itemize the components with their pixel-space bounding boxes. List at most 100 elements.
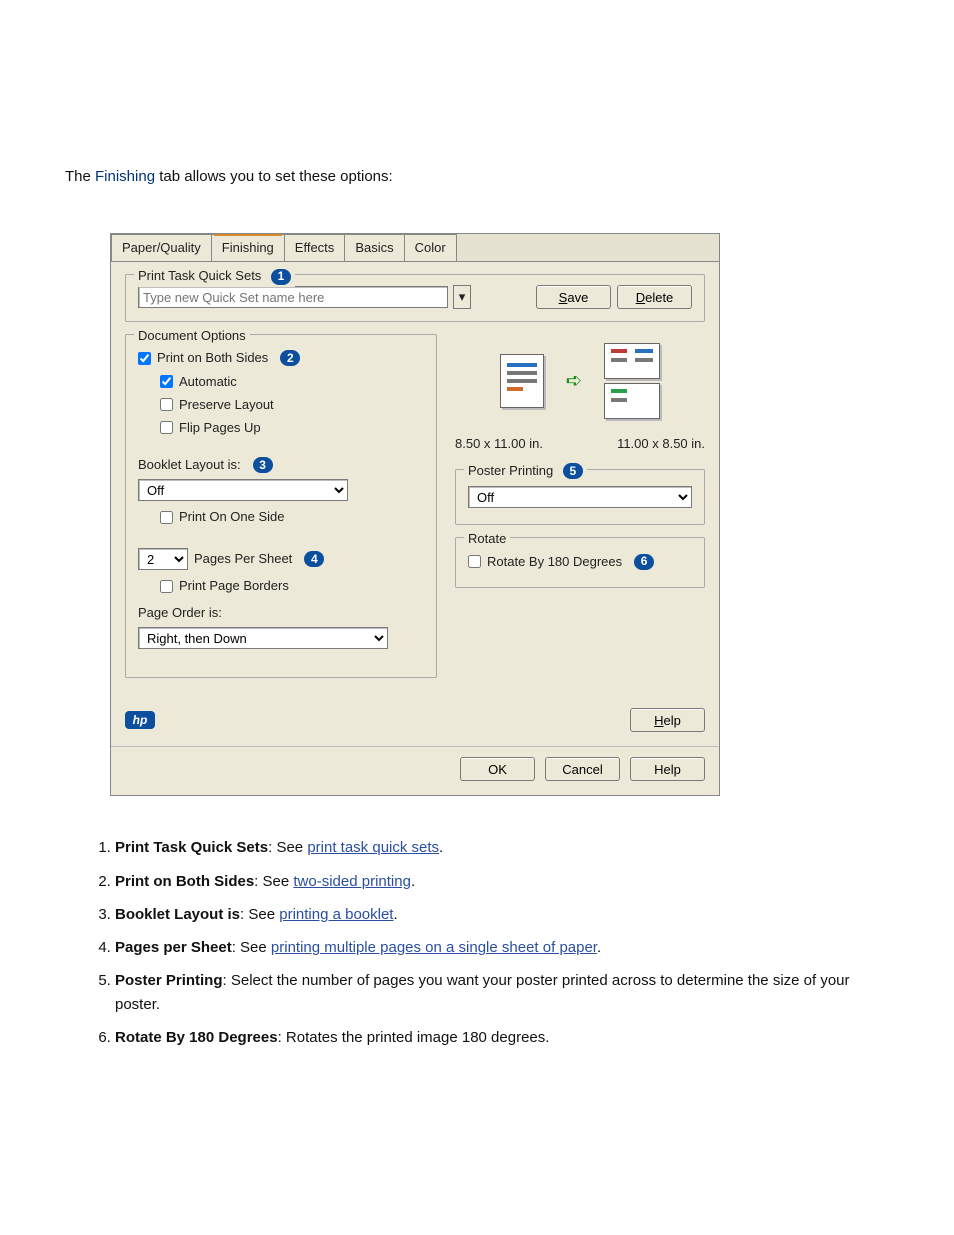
checkbox-print-one-side[interactable]	[160, 511, 173, 524]
callout-badge-4: 4	[304, 551, 324, 567]
legend-tail-3: .	[393, 906, 397, 923]
row-pages-per-sheet: 2 Pages Per Sheet 4	[138, 548, 424, 570]
legend-sep-3: : See	[240, 906, 279, 923]
hp-logo-icon: hp	[125, 711, 155, 729]
print-properties-dialog: Paper/Quality Finishing Effects Basics C…	[110, 233, 720, 796]
legend-list: Print Task Quick Sets: See print task qu…	[85, 836, 889, 1049]
callout-badge-1: 1	[271, 269, 291, 285]
row-booklet-label: Booklet Layout is: 3	[138, 455, 424, 475]
intro-suffix: tab allows you to set these options:	[155, 168, 393, 185]
legend-title-2: Print on Both Sides	[115, 873, 254, 890]
arrow-icon: ➪	[566, 366, 583, 397]
check-print-one-side[interactable]: Print On One Side	[160, 507, 424, 527]
check-print-both-sides[interactable]: Print on Both Sides 2	[138, 348, 424, 368]
tab-strip: Paper/Quality Finishing Effects Basics C…	[111, 234, 719, 261]
preview-sheet-source	[500, 354, 544, 408]
label-preserve-layout: Preserve Layout	[179, 395, 274, 415]
group-quick-sets: Print Task Quick Sets 1 ▾ Save Delete	[125, 274, 705, 322]
select-poster-printing[interactable]: Off	[468, 486, 692, 508]
finishing-dialog-screenshot: Paper/Quality Finishing Effects Basics C…	[110, 233, 720, 796]
caption-right: 11.00 x 8.50 in.	[617, 434, 705, 454]
checkbox-print-borders[interactable]	[160, 580, 173, 593]
callout-badge-6: 6	[634, 554, 654, 570]
checkbox-preserve-layout[interactable]	[160, 398, 173, 411]
ok-button[interactable]: OK	[460, 757, 535, 781]
callout-badge-2: 2	[280, 350, 300, 366]
legend-title-4: Pages per Sheet	[115, 939, 232, 956]
label-rotate-180: Rotate By 180 Degrees	[487, 552, 622, 572]
legend-sep-6: : Rotates the printed image 180 degrees.	[278, 1029, 550, 1046]
group-docopts-legend: Document Options	[134, 326, 250, 346]
legend-sep-5: : Select the number of pages you want yo…	[115, 972, 850, 1012]
callout-badge-3: 3	[253, 457, 273, 473]
check-rotate-180[interactable]: Rotate By 180 Degrees 6	[468, 552, 692, 572]
tab-paper-quality[interactable]: Paper/Quality	[111, 234, 212, 261]
checkbox-flip-pages-up[interactable]	[160, 421, 173, 434]
label-booklet: Booklet Layout is:	[138, 455, 241, 475]
check-preserve-layout[interactable]: Preserve Layout	[160, 395, 424, 415]
legend-item-4: Pages per Sheet: See printing multiple p…	[115, 936, 889, 959]
document-page: The Finishing tab allows you to set thes…	[0, 0, 954, 1235]
two-column-area: Document Options Print on Both Sides 2 A…	[125, 334, 705, 690]
check-automatic[interactable]: Automatic	[160, 372, 424, 392]
dialog-footer-row: hp Help	[111, 700, 719, 746]
tab-basics[interactable]: Basics	[344, 234, 404, 261]
legend-item-1: Print Task Quick Sets: See print task qu…	[115, 836, 889, 859]
legend-link-3[interactable]: printing a booklet	[279, 906, 393, 923]
left-column: Document Options Print on Both Sides 2 A…	[125, 334, 437, 690]
legend-item-5: Poster Printing: Select the number of pa…	[115, 969, 889, 1016]
group-poster-printing: Poster Printing 5 Off	[455, 469, 705, 525]
legend-title-6: Rotate By 180 Degrees	[115, 1029, 278, 1046]
tab-finishing[interactable]: Finishing	[211, 234, 285, 261]
quick-set-name-input[interactable]	[138, 286, 448, 308]
callout-badge-5: 5	[563, 463, 583, 479]
legend-sep-1: : See	[268, 839, 307, 856]
layout-preview: ➪	[455, 336, 705, 426]
intro-paragraph: The Finishing tab allows you to set thes…	[65, 165, 889, 188]
help-button[interactable]: Help	[630, 757, 705, 781]
save-button[interactable]: Save	[536, 285, 611, 309]
legend-sep-2: : See	[254, 873, 293, 890]
intro-keyword: Finishing	[95, 168, 155, 185]
label-print-borders: Print Page Borders	[179, 576, 289, 596]
label-print-both-sides: Print on Both Sides	[157, 348, 268, 368]
group-quick-sets-legend: Print Task Quick Sets 1	[134, 266, 295, 286]
preview-sheet-target	[604, 343, 660, 419]
checkbox-rotate-180[interactable]	[468, 555, 481, 568]
label-poster-printing: Poster Printing	[468, 463, 553, 478]
legend-item-6: Rotate By 180 Degrees: Rotates the print…	[115, 1026, 889, 1049]
tab-effects[interactable]: Effects	[284, 234, 346, 261]
delete-button[interactable]: Delete	[617, 285, 692, 309]
legend-link-1[interactable]: print task quick sets	[307, 839, 439, 856]
label-flip-pages-up: Flip Pages Up	[179, 418, 261, 438]
group-rotate-legend: Rotate	[464, 529, 510, 549]
cancel-button[interactable]: Cancel	[545, 757, 620, 781]
legend-link-4[interactable]: printing multiple pages on a single shee…	[271, 939, 597, 956]
right-column: ➪	[455, 334, 705, 690]
group-document-options: Document Options Print on Both Sides 2 A…	[125, 334, 437, 678]
quick-sets-row: ▾ Save Delete	[138, 285, 692, 309]
legend-link-2[interactable]: two-sided printing	[293, 873, 411, 890]
tab-color[interactable]: Color	[404, 234, 457, 261]
checkbox-print-both-sides[interactable]	[138, 352, 151, 365]
intro-prefix: The	[65, 168, 95, 185]
tab-body: Print Task Quick Sets 1 ▾ Save Delete	[111, 261, 719, 700]
legend-item-2: Print on Both Sides: See two-sided print…	[115, 870, 889, 893]
label-pages-per-sheet: Pages Per Sheet	[194, 549, 292, 569]
dialog-button-bar: OK Cancel Help	[111, 746, 719, 795]
legend-tail-2: .	[411, 873, 415, 890]
legend-title-1: Print Task Quick Sets	[115, 839, 268, 856]
select-page-order[interactable]: Right, then Down	[138, 627, 388, 649]
select-booklet-layout[interactable]: Off	[138, 479, 348, 501]
checkbox-automatic[interactable]	[160, 375, 173, 388]
caption-left: 8.50 x 11.00 in.	[455, 434, 543, 454]
group-rotate: Rotate Rotate By 180 Degrees 6	[455, 537, 705, 588]
legend-tail-4: .	[597, 939, 601, 956]
select-pages-per-sheet[interactable]: 2	[138, 548, 188, 570]
tab-help-button[interactable]: Help	[630, 708, 705, 732]
group-poster-legend: Poster Printing 5	[464, 461, 587, 481]
check-print-borders[interactable]: Print Page Borders	[160, 576, 424, 596]
dropdown-icon[interactable]: ▾	[453, 285, 471, 309]
check-flip-pages-up[interactable]: Flip Pages Up	[160, 418, 424, 438]
group-quick-sets-label: Print Task Quick Sets	[138, 268, 261, 283]
